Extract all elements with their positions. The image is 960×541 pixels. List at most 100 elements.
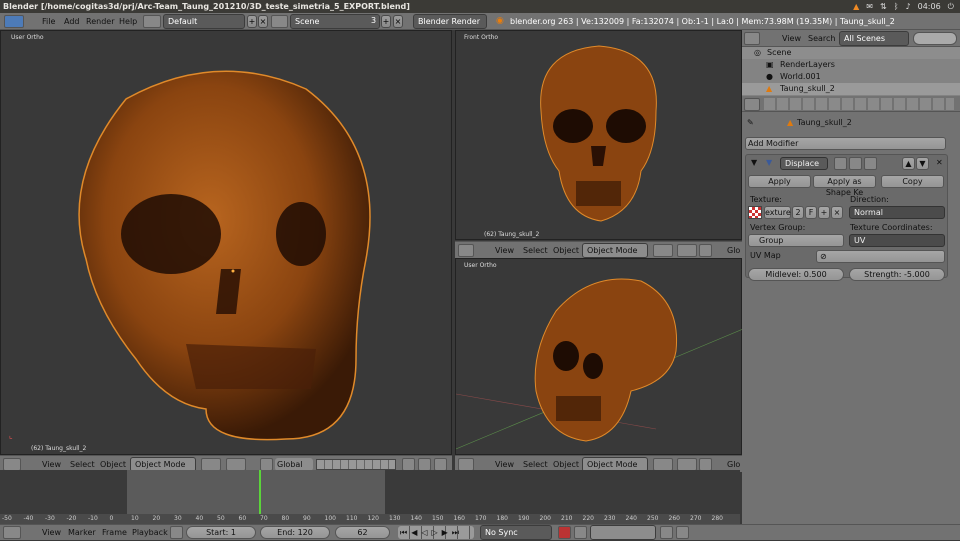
screen-layout-icon[interactable] — [143, 15, 161, 28]
menu-frame[interactable]: Frame — [102, 524, 127, 541]
render-engine-selector[interactable]: Blender Render — [413, 14, 487, 29]
delete-keyframe-icon[interactable] — [676, 526, 689, 539]
viewport-top-right[interactable]: Front Ortho (62) Taung_skull_2 — [455, 30, 742, 240]
outliner-item-object[interactable]: ▲ Taung_skull_2 — [742, 83, 960, 95]
new-texture-button[interactable]: + — [818, 206, 830, 219]
scene-icon[interactable] — [271, 15, 288, 28]
pin-icon[interactable]: ✎ — [747, 118, 754, 127]
ruler-tick-label: 150 — [432, 515, 444, 522]
apply-button[interactable]: Apply — [748, 175, 811, 188]
mode-selector[interactable]: Object Mode — [582, 243, 648, 258]
texture-preview-icon[interactable] — [748, 206, 762, 219]
outliner-header: View Search All Scenes — [742, 30, 960, 47]
vertex-group-label: Vertex Group: — [750, 223, 806, 232]
add-layout-button[interactable]: + — [247, 15, 257, 28]
clock[interactable]: 04:06 — [918, 2, 941, 11]
vlc-icon[interactable]: ▲ — [853, 2, 859, 11]
unlink-texture-button[interactable]: × — [831, 206, 843, 219]
menu-select[interactable]: Select — [523, 242, 548, 259]
menu-view[interactable]: View — [42, 524, 61, 541]
remove-modifier-icon[interactable]: ✕ — [936, 158, 943, 167]
ruler-tick-label: 30 — [174, 515, 182, 522]
editor-type-icon[interactable] — [4, 15, 24, 28]
current-frame-field[interactable]: 62 — [335, 526, 390, 539]
move-up-button[interactable]: ▲ — [902, 157, 915, 170]
show-render-icon[interactable] — [834, 157, 847, 170]
mail-icon[interactable]: ✉ — [866, 2, 873, 11]
sync-mode-selector[interactable]: No Sync — [480, 525, 552, 540]
direction-selector[interactable]: Normal — [849, 206, 945, 219]
uv-map-field[interactable]: ⊘ — [816, 250, 945, 263]
outliner-item-renderlayers[interactable]: ▣ RenderLayers — [742, 59, 960, 71]
remove-scene-button[interactable]: × — [393, 15, 403, 28]
record-icon[interactable] — [558, 526, 571, 539]
remove-layout-button[interactable]: × — [258, 15, 268, 28]
displace-modifier-icon: ▼ — [766, 158, 773, 167]
timeline-editor-icon[interactable] — [3, 526, 21, 539]
vertex-group-field[interactable]: Group — [748, 234, 844, 247]
outliner-item-world[interactable]: ● World.001 — [742, 71, 960, 83]
start-frame-field[interactable]: Start: 1 — [186, 526, 256, 539]
menu-marker[interactable]: Marker — [68, 524, 96, 541]
outliner-item-scene[interactable]: ◎ Scene — [742, 47, 960, 59]
ruler-tick-label: 100 — [324, 515, 336, 522]
view3d-editor-icon[interactable] — [458, 244, 474, 257]
properties-editor: ✎ ▲ Taung_skull_2 Add Modifier ▼ ▼ Displ… — [742, 96, 960, 524]
end-frame-field[interactable]: End: 120 — [260, 526, 330, 539]
menu-view[interactable]: View — [495, 242, 514, 259]
keying-set-field[interactable] — [590, 525, 656, 540]
outliner-search-field[interactable] — [913, 32, 957, 45]
ruler-tick-label: -10 — [88, 515, 98, 522]
power-icon[interactable]: ⏻ — [948, 2, 954, 12]
copy-button[interactable]: Copy — [881, 175, 944, 188]
properties-empty-area — [742, 286, 960, 524]
keying-set-icon[interactable] — [574, 526, 587, 539]
strength-field[interactable]: Strength: -5.000 — [849, 268, 945, 281]
add-scene-button[interactable]: + — [381, 15, 391, 28]
preview-range-icon[interactable] — [170, 526, 183, 539]
insert-keyframe-icon[interactable] — [660, 526, 673, 539]
outliner-item-label: World.001 — [780, 72, 821, 81]
bluetooth-icon[interactable]: ᛒ — [894, 2, 899, 11]
outliner-editor-icon[interactable] — [744, 32, 760, 45]
viewport-shading-icon[interactable] — [653, 244, 673, 257]
outliner-item-label: Scene — [767, 48, 792, 57]
menu-add[interactable]: Add — [64, 13, 80, 30]
scene-selector[interactable]: Scene — [290, 14, 380, 29]
ruler-tick-label: 60 — [238, 515, 247, 522]
orientation-selector[interactable]: Glo — [727, 242, 740, 259]
add-modifier-dropdown[interactable]: Add Modifier — [745, 137, 946, 150]
layer-buttons[interactable] — [316, 459, 396, 470]
ruler-tick-label: -30 — [45, 515, 55, 522]
apply-as-shape-button[interactable]: Apply as Shape Ke — [813, 175, 876, 197]
outliner-menu-search[interactable]: Search — [808, 30, 835, 47]
texture-name-field[interactable]: exture — [764, 206, 791, 219]
collapse-arrow-icon[interactable]: ▼ — [751, 158, 757, 167]
viewport-left[interactable]: User Ortho ⌞ (62) Taung_skull_2 — [0, 30, 452, 455]
outliner-display-mode[interactable]: All Scenes — [839, 31, 909, 46]
show-editmode-icon[interactable] — [864, 157, 877, 170]
fake-user-button[interactable]: F — [805, 206, 817, 219]
texture-coordinates-selector[interactable]: UV — [849, 234, 945, 247]
menu-object[interactable]: Object — [553, 242, 579, 259]
playback-controls[interactable]: ⏮◀◁▷▶⏭ — [398, 526, 474, 539]
move-down-button[interactable]: ▼ — [916, 157, 929, 170]
menu-playback[interactable]: Playback — [132, 524, 168, 541]
menu-file[interactable]: File — [42, 13, 55, 30]
viewport-bottom-right[interactable]: User Ortho — [455, 258, 743, 455]
show-viewport-icon[interactable] — [849, 157, 862, 170]
layout-selector[interactable]: Default — [163, 14, 245, 29]
manipulator-icon[interactable] — [699, 244, 712, 257]
context-tabs[interactable] — [764, 98, 954, 110]
modifier-name-field[interactable]: Displace — [780, 157, 828, 170]
midlevel-field[interactable]: Midlevel: 0.500 — [748, 268, 844, 281]
pivot-icon[interactable] — [677, 244, 697, 257]
properties-editor-icon[interactable] — [744, 98, 760, 111]
volume-icon[interactable]: ♪ — [906, 2, 911, 11]
network-icon[interactable]: ⇅ — [880, 2, 887, 11]
menu-render[interactable]: Render — [86, 13, 114, 30]
texture-users-field[interactable]: 2 — [792, 206, 804, 219]
menu-help[interactable]: Help — [119, 13, 137, 30]
outliner-menu-view[interactable]: View — [782, 30, 801, 47]
axis-gizmo-icon: ⌞ — [9, 431, 13, 440]
